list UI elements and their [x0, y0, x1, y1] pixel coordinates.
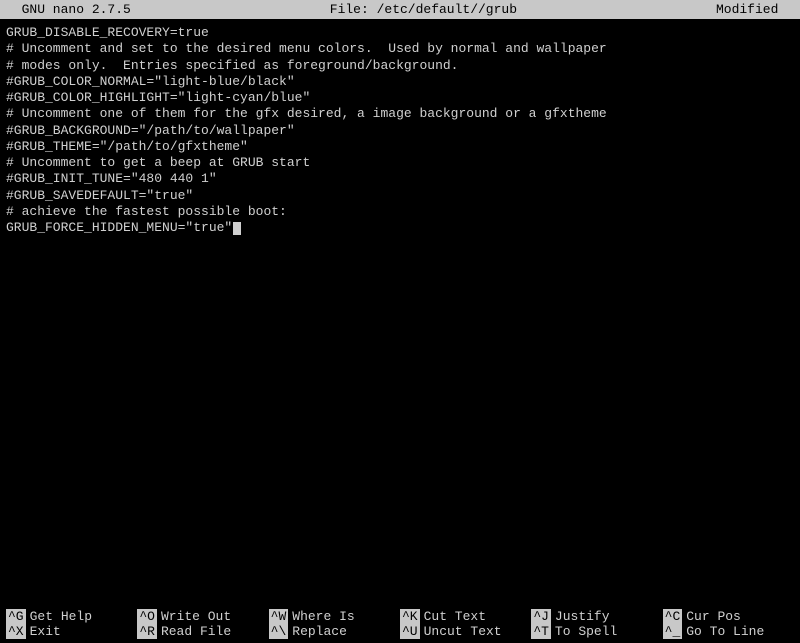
help-label: Replace: [292, 624, 347, 639]
help-row-2: ^XExit^RRead File^\Replace^UUncut Text^T…: [6, 624, 794, 639]
help-item: ^K Cut Text: [400, 609, 529, 624]
editor-line[interactable]: #GRUB_COLOR_NORMAL="light-blue/black": [6, 74, 794, 90]
help-label: Uncut Text: [424, 624, 502, 639]
editor-line[interactable]: #GRUB_INIT_TUNE="480 440 1": [6, 171, 794, 187]
help-item: ^O Write Out: [137, 609, 266, 624]
editor-line[interactable]: # Uncomment one of them for the gfx desi…: [6, 106, 794, 122]
help-row-1: ^GGet Help^OWrite Out^WWhere Is^KCut Tex…: [6, 609, 794, 624]
help-item: ^_Go To Line: [663, 624, 792, 639]
help-item: ^WWhere Is: [269, 609, 398, 624]
editor-line[interactable]: #GRUB_BACKGROUND="/path/to/wallpaper": [6, 123, 794, 139]
file-path: File: /etc/default//grub: [330, 2, 517, 17]
help-key: ^K: [400, 609, 420, 624]
editor-line[interactable]: # achieve the fastest possible boot:: [6, 204, 794, 220]
help-key: ^_: [663, 624, 683, 639]
help-item: ^G Get Help: [6, 609, 135, 624]
help-label: Write Out: [161, 609, 231, 624]
help-key: ^U: [400, 624, 420, 639]
help-key: ^G: [6, 609, 26, 624]
help-label: To Spell: [555, 624, 617, 639]
help-item: ^R Read File: [137, 624, 266, 639]
help-key: ^R: [137, 624, 157, 639]
editor-line[interactable]: GRUB_FORCE_HIDDEN_MENU="true": [6, 220, 794, 236]
help-key: ^T: [531, 624, 551, 639]
editor-area[interactable]: GRUB_DISABLE_RECOVERY=true# Uncomment an…: [0, 19, 800, 609]
help-bar: ^GGet Help^OWrite Out^WWhere Is^KCut Tex…: [0, 609, 800, 643]
editor-line[interactable]: #GRUB_COLOR_HIGHLIGHT="light-cyan/blue": [6, 90, 794, 106]
editor-line[interactable]: #GRUB_SAVEDEFAULT="true": [6, 188, 794, 204]
help-key: ^W: [269, 609, 289, 624]
help-key: ^O: [137, 609, 157, 624]
app-name: GNU nano 2.7.5: [6, 2, 131, 17]
editor-line[interactable]: # Uncomment to get a beep at GRUB start: [6, 155, 794, 171]
help-label: Cur Pos: [686, 609, 741, 624]
help-item: ^J Justify: [531, 609, 660, 624]
text-cursor: [233, 222, 241, 235]
help-item: ^X Exit: [6, 624, 135, 639]
help-label: Exit: [30, 624, 61, 639]
help-item: ^T To Spell: [531, 624, 660, 639]
help-label: Read File: [161, 624, 231, 639]
help-item: ^CCur Pos: [663, 609, 792, 624]
help-label: Go To Line: [686, 624, 764, 639]
titlebar: GNU nano 2.7.5 File: /etc/default//grub …: [0, 0, 800, 19]
help-item: ^U Uncut Text: [400, 624, 529, 639]
help-key: ^X: [6, 624, 26, 639]
editor-line[interactable]: GRUB_DISABLE_RECOVERY=true: [6, 25, 794, 41]
editor-line[interactable]: # Uncomment and set to the desired menu …: [6, 41, 794, 57]
help-key: ^\: [269, 624, 289, 639]
help-key: ^J: [531, 609, 551, 624]
help-label: Justify: [555, 609, 610, 624]
help-label: Where Is: [292, 609, 354, 624]
help-label: Get Help: [30, 609, 92, 624]
help-label: Cut Text: [424, 609, 486, 624]
editor-line[interactable]: #GRUB_THEME="/path/to/gfxtheme": [6, 139, 794, 155]
modified-status: Modified: [716, 2, 794, 17]
help-key: ^C: [663, 609, 683, 624]
editor-line[interactable]: # modes only. Entries specified as foreg…: [6, 58, 794, 74]
help-item: ^\Replace: [269, 624, 398, 639]
